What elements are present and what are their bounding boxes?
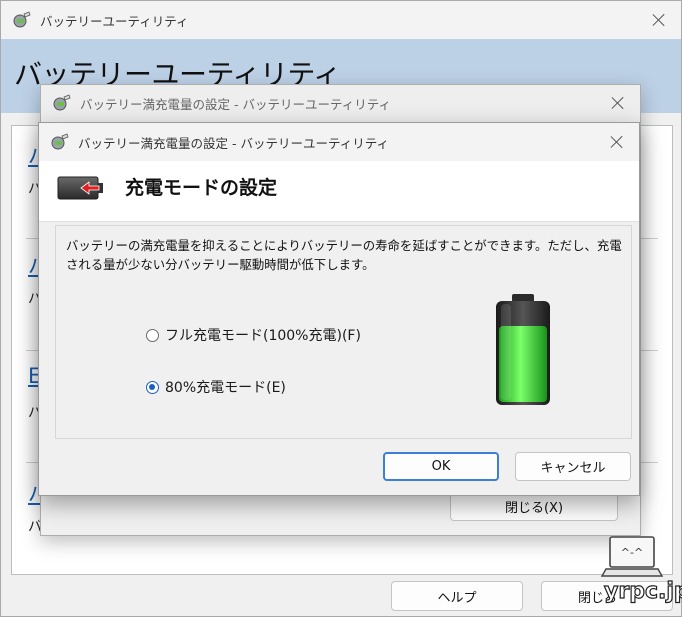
eighty-percent-label: 80%充電モード(E) bbox=[165, 380, 286, 396]
back-dialog-title: バッテリー満充電量の設定 - バッテリーユーティリティ bbox=[80, 96, 391, 112]
battery-utility-icon bbox=[12, 10, 32, 30]
charge-mode-icon bbox=[57, 172, 105, 202]
full-charge-label: フル充電モード(100%充電)(F) bbox=[165, 328, 361, 344]
eighty-percent-radio[interactable] bbox=[146, 380, 159, 394]
dialog-titlebar: バッテリー満充電量の設定 - バッテリーユーティリティ bbox=[39, 123, 639, 161]
svg-text:^-^: ^-^ bbox=[621, 546, 643, 559]
dialog-close-icon[interactable] bbox=[609, 134, 625, 150]
help-button[interactable]: ヘルプ bbox=[391, 581, 523, 611]
dialog-header-title: 充電モードの設定 bbox=[125, 177, 278, 199]
dialog-title: バッテリー満充電量の設定 - バッテリーユーティリティ bbox=[78, 135, 389, 151]
main-titlebar: バッテリーユーティリティ bbox=[1, 1, 681, 39]
back-dialog-titlebar: バッテリー満充電量の設定 - バッテリーユーティリティ bbox=[41, 85, 640, 121]
dialog-header: 充電モードの設定 bbox=[39, 161, 639, 222]
main-close-icon[interactable] bbox=[651, 12, 667, 28]
cancel-button[interactable]: キャンセル bbox=[515, 452, 631, 481]
charge-mode-description: バッテリーの満充電量を抑えることによりバッテリーの寿命を延ばすことができます。た… bbox=[66, 238, 622, 272]
battery-utility-icon bbox=[52, 93, 72, 113]
watermark-text: yrpc.jp bbox=[603, 578, 682, 604]
charge-settings-dialog: バッテリー満充電量の設定 - バッテリーユーティリティ 充電モードの設定 バッテ… bbox=[38, 122, 640, 496]
battery-utility-icon bbox=[50, 132, 70, 152]
full-charge-option[interactable]: フル充電モード(100%充電)(F) bbox=[146, 325, 361, 345]
battery-level-icon bbox=[492, 292, 554, 408]
charge-mode-group: バッテリーの満充電量を抑えることによりバッテリーの寿命を延ばすことができます。た… bbox=[55, 225, 632, 439]
close-x-button[interactable]: 閉じる(X) bbox=[450, 492, 618, 521]
ok-button[interactable]: OK bbox=[383, 452, 499, 481]
watermark-logo: ^-^ yrpc.jp bbox=[598, 535, 682, 609]
back-dialog-close-icon[interactable] bbox=[610, 95, 626, 111]
main-window-title: バッテリーユーティリティ bbox=[40, 13, 189, 29]
full-charge-radio[interactable] bbox=[146, 328, 159, 342]
eighty-percent-option[interactable]: 80%充電モード(E) bbox=[146, 377, 286, 397]
